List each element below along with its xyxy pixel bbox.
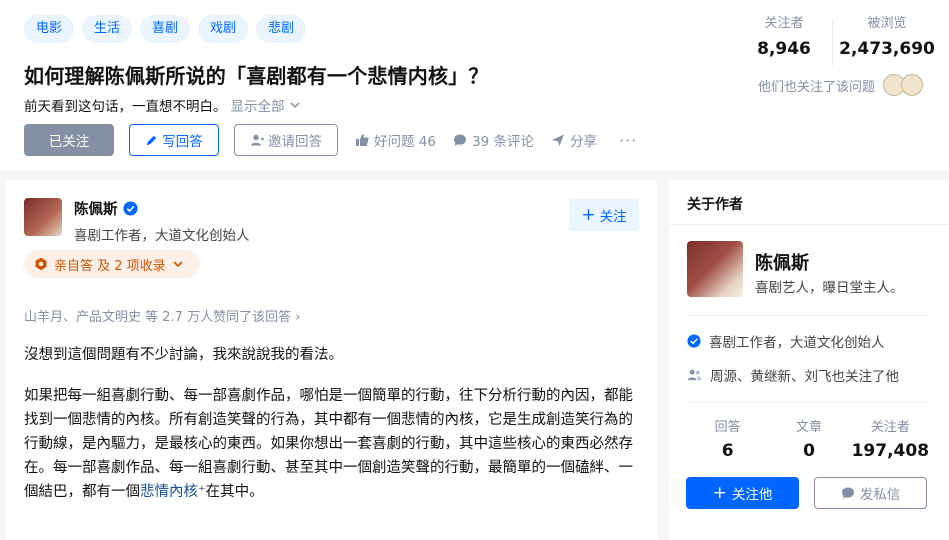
message-icon — [841, 487, 854, 499]
stat-value: 6 — [721, 441, 734, 461]
stat-label: 文章 — [795, 420, 822, 435]
views-label: 被浏览 — [867, 16, 907, 31]
chevron-down-icon — [289, 102, 300, 109]
author-name-row: 陈佩斯 — [74, 198, 250, 219]
topic-tag[interactable]: 生活 — [82, 15, 133, 43]
views-value: 2,473,690 — [839, 39, 935, 59]
inline-keyword-link[interactable]: 悲情內核⁺ — [140, 484, 206, 500]
comments-button[interactable]: 39 条评论 — [453, 130, 534, 150]
divider — [687, 315, 931, 316]
verified-icon — [122, 201, 138, 216]
topic-tags: 电影 生活 喜剧 戏剧 悲剧 — [24, 15, 307, 43]
articles-stat[interactable]: 文章 0 — [768, 416, 849, 461]
avatar — [901, 74, 924, 96]
followers-stat[interactable]: 关注者 8,946 — [740, 12, 828, 66]
invite-answer-button[interactable]: 邀请回答 — [234, 124, 338, 156]
followers-stat[interactable]: 关注者 197,408 — [850, 416, 931, 461]
verified-info: 喜剧工作者，大道文化创始人 — [687, 331, 885, 351]
author-info: 陈佩斯 喜剧工作者，大道文化创始人 — [74, 198, 250, 244]
followers-value: 8,946 — [757, 39, 811, 59]
plus-icon: + — [581, 205, 596, 225]
voters-line[interactable]: 山羊月、产品文明史 等 2.7 万人赞同了该回答 › — [24, 306, 300, 325]
badge-label: 亲自答 及 2 项收录 — [54, 258, 166, 274]
stat-divider — [832, 20, 833, 66]
keyword-mark: ⁺ — [198, 484, 206, 500]
paragraph-tail: 在其中。 — [205, 484, 264, 500]
self-answered-badge[interactable]: 亲自答 及 2 项收录 — [24, 250, 200, 278]
follow-him-label: 关注他 — [731, 487, 773, 503]
topic-tag[interactable]: 喜剧 — [140, 15, 191, 43]
also-followed-label: 他们也关注了该问题 — [758, 79, 876, 95]
topic-tag[interactable]: 电影 — [24, 15, 75, 43]
paragraph-text: 如果把每一組喜劇行動、每一部喜劇作品，哪怕是一個簡單的行動，往下分析行動的內因，… — [24, 388, 633, 500]
write-answer-label: 写回答 — [162, 134, 203, 150]
good-question-label: 好问题 46 — [374, 134, 436, 150]
question-header: 电影 生活 喜剧 戏剧 悲剧 如何理解陈佩斯所说的「喜剧都有一个悲情内核」？ 前… — [0, 0, 949, 170]
question-actions: 已关注 写回答 邀请回答 好问题 46 39 条评论 分享 ··· — [24, 124, 637, 156]
share-label: 分享 — [569, 134, 597, 150]
verified-icon — [687, 334, 701, 348]
answer-author: 陈佩斯 喜剧工作者，大道文化创始人 — [24, 198, 250, 244]
thumbs-up-icon — [356, 134, 369, 146]
users-icon — [687, 369, 702, 381]
author-stats: 回答 6 文章 0 关注者 197,408 — [687, 416, 931, 461]
sidebar-title: 关于作者 — [687, 197, 743, 213]
keyword-label: 悲情內核 — [140, 484, 198, 500]
views-stat: 被浏览 2,473,690 — [837, 12, 937, 66]
answers-stat[interactable]: 回答 6 — [687, 416, 768, 461]
show-all-label: 显示全部 — [230, 99, 285, 115]
divider — [687, 402, 931, 403]
show-all-link[interactable]: 显示全部 — [231, 95, 301, 115]
question-description: 前天看到这句话，一直想不明白。 显示全部 — [24, 95, 301, 115]
sidebar-author-bio: 喜剧艺人，曝日堂主人。 — [755, 280, 904, 296]
answer-paragraph: 沒想到這個問題有不少討論，我來說說我的看法。 — [24, 347, 343, 363]
share-button[interactable]: 分享 — [551, 130, 597, 150]
pencil-icon — [147, 135, 157, 145]
stat-value: 197,408 — [851, 441, 930, 461]
divider — [669, 224, 949, 225]
stat-value: 0 — [803, 441, 815, 461]
followers-label: 关注者 — [764, 16, 804, 31]
comments-label: 39 条评论 — [471, 134, 534, 150]
send-message-button[interactable]: 发私信 — [814, 477, 927, 509]
follow-him-button[interactable]: + 关注他 — [686, 477, 799, 509]
author-name[interactable]: 陈佩斯 — [74, 198, 118, 219]
followed-button[interactable]: 已关注 — [24, 124, 114, 156]
stat-label: 关注者 — [870, 420, 910, 435]
avatar[interactable] — [24, 198, 62, 236]
topic-tag[interactable]: 戏剧 — [198, 15, 249, 43]
good-question-button[interactable]: 好问题 46 — [355, 130, 436, 150]
mutual-followers[interactable]: 周源、黄继新、刘飞也关注了他 — [687, 365, 899, 385]
chevron-down-icon — [173, 261, 183, 268]
question-stats: 关注者 8,946 被浏览 2,473,690 — [740, 12, 937, 66]
medal-icon — [35, 257, 47, 271]
description-text: 前天看到这句话，一直想不明白。 — [24, 99, 227, 115]
message-label: 发私信 — [859, 487, 901, 503]
author-headline: 喜剧工作者，大道文化创始人 — [74, 228, 250, 244]
follow-author-button[interactable]: + 关注 — [569, 199, 639, 231]
follower-avatars — [883, 74, 924, 96]
answer-card: 陈佩斯 喜剧工作者，大道文化创始人 + 关注 亲自答 及 2 项收录 山羊月、产… — [6, 180, 657, 540]
mutual-text: 周源、黄继新、刘飞也关注了他 — [710, 369, 899, 385]
more-button[interactable]: ··· — [619, 131, 637, 150]
share-icon — [551, 134, 564, 146]
comment-icon — [453, 134, 466, 146]
sidebar-author-name[interactable]: 陈佩斯 — [755, 249, 809, 275]
also-followed[interactable]: 他们也关注了该问题 — [758, 74, 924, 96]
avatar[interactable] — [687, 241, 743, 297]
user-plus-icon — [251, 134, 264, 146]
author-sidebar: 关于作者 陈佩斯 喜剧艺人，曝日堂主人。 喜剧工作者，大道文化创始人 周源、黄继… — [669, 180, 949, 540]
plus-icon: + — [712, 483, 727, 503]
write-answer-button[interactable]: 写回答 — [129, 124, 219, 156]
stat-label: 回答 — [714, 420, 741, 435]
verified-text: 喜剧工作者，大道文化创始人 — [709, 335, 885, 351]
answer-paragraph: 如果把每一組喜劇行動、每一部喜劇作品，哪怕是一個簡單的行動，往下分析行動的內因，… — [24, 384, 636, 504]
topic-tag[interactable]: 悲剧 — [256, 15, 307, 43]
question-title: 如何理解陈佩斯所说的「喜剧都有一个悲情内核」？ — [24, 64, 489, 88]
follow-label: 关注 — [599, 209, 627, 225]
invite-label: 邀请回答 — [268, 134, 322, 150]
